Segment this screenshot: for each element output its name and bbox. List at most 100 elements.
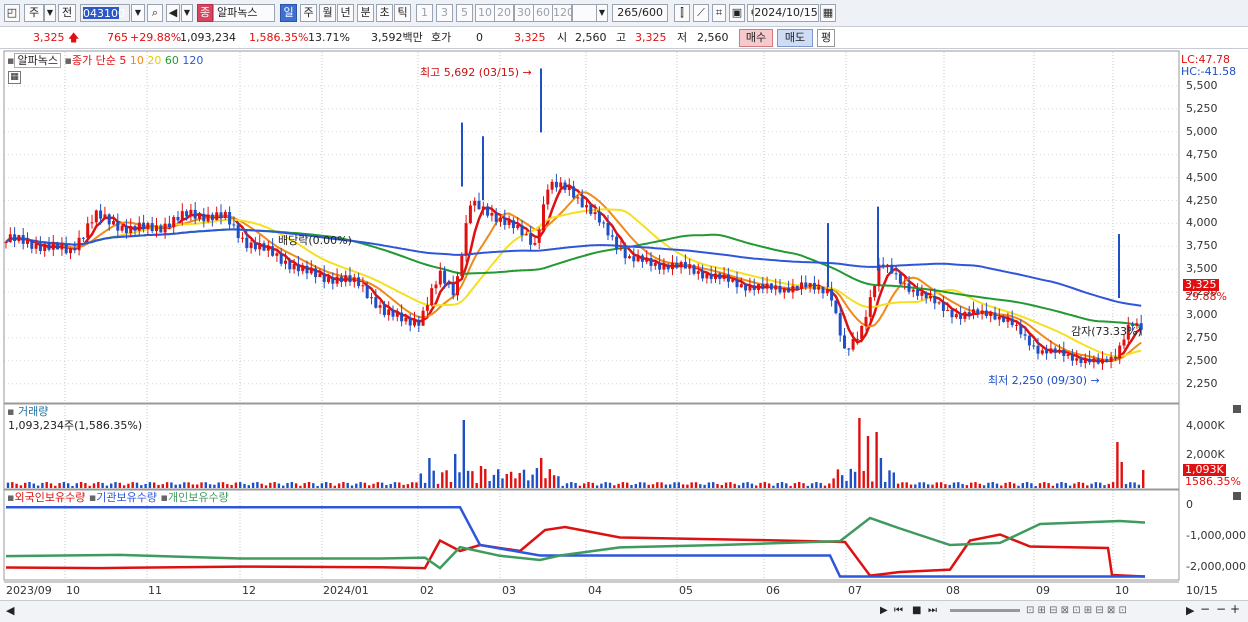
volume-bar xyxy=(591,482,594,488)
speaker-icon[interactable]: ◀ xyxy=(166,4,180,22)
avg-button[interactable]: 평 xyxy=(817,29,835,47)
volume-bar xyxy=(961,483,964,488)
close-panel-icon[interactable] xyxy=(1233,405,1241,413)
minute-option-7[interactable]: 120 xyxy=(552,4,574,22)
scroll-left-icon[interactable]: ◀ xyxy=(6,604,14,617)
volume-legend: ▪ 거래량 xyxy=(7,405,48,418)
zoom-minus-icon[interactable]: − xyxy=(1216,603,1226,616)
volume-bar xyxy=(1008,482,1012,488)
draw-tool-icon[interactable]: ⟋ xyxy=(693,4,709,22)
candle-body xyxy=(993,312,997,320)
period-tab-1[interactable]: 주 xyxy=(300,4,317,22)
chevron-down-icon[interactable]: ▼ xyxy=(44,4,56,22)
legend-ma5[interactable]: 종가 단순 5 xyxy=(72,54,126,67)
hoga-value: 0 xyxy=(476,31,483,44)
stock-code-input[interactable] xyxy=(80,4,130,22)
volume-bar xyxy=(127,483,130,488)
zoom-out-icon[interactable]: − xyxy=(1200,603,1210,616)
stock-name-field[interactable]: 알파녹스 xyxy=(213,4,275,22)
buy-button[interactable]: 매수 xyxy=(739,29,773,47)
save-icon[interactable]: ▣ xyxy=(729,4,745,22)
volume-title[interactable]: 거래량 xyxy=(18,405,48,418)
volume-bar xyxy=(729,482,732,488)
volume-bar xyxy=(720,485,723,488)
candle-body xyxy=(520,225,524,236)
scroll-right-icon[interactable]: ▶ xyxy=(880,604,888,617)
candle-body xyxy=(529,234,533,245)
volume-bar xyxy=(785,483,788,488)
candle-body xyxy=(709,273,713,280)
close-panel-icon[interactable] xyxy=(1233,492,1241,500)
toolbar-icons[interactable]: ⊡ ⊞ ⊟ ⊠ ⊡ ⊞ ⊟ ⊠ ⊡ xyxy=(1026,604,1127,617)
legend-ma20[interactable]: 20 xyxy=(147,54,161,67)
legend-foreign[interactable]: 외국인보유수량 xyxy=(14,491,85,504)
table-icon[interactable]: ▦ xyxy=(8,71,21,84)
scroll-end-icon[interactable]: ▶ xyxy=(1186,604,1194,617)
candle-body xyxy=(180,211,184,221)
period-tab-2[interactable]: 월 xyxy=(319,4,336,22)
volume-bar xyxy=(144,483,147,488)
volume-bar xyxy=(527,480,530,488)
volume-bar xyxy=(19,485,23,488)
period-tab-6[interactable]: 틱 xyxy=(394,4,411,22)
volume-bar xyxy=(58,483,61,488)
volume-panel-frame xyxy=(3,403,1180,490)
zoom-slider[interactable] xyxy=(950,609,1020,612)
minute-option-3[interactable]: 10 xyxy=(475,4,495,22)
search-icon[interactable]: ⌕ xyxy=(147,4,163,22)
legend-individual[interactable]: 개인보유수량 xyxy=(168,491,229,504)
minute-option-1[interactable]: 3 xyxy=(436,4,453,22)
candle-body xyxy=(361,285,365,287)
volume-bar xyxy=(221,482,225,488)
crop-icon[interactable]: ⌗ xyxy=(712,4,726,22)
volume-bar xyxy=(368,485,371,488)
candle-body xyxy=(314,268,318,278)
period-tab-5[interactable]: 초 xyxy=(376,4,393,22)
legend-stock-name[interactable]: 알파녹스 xyxy=(14,53,61,68)
period-mode-select[interactable]: 주 xyxy=(24,4,44,22)
period-tab-4[interactable]: 분 xyxy=(357,4,374,22)
candle-body xyxy=(774,285,778,290)
volume-bar xyxy=(501,478,504,488)
candle-body xyxy=(503,217,507,225)
zoom-in-icon[interactable]: + xyxy=(1230,603,1240,616)
minute-option-0[interactable]: 1 xyxy=(416,4,433,22)
period-tab-3[interactable]: 년 xyxy=(337,4,354,22)
period-tab-0[interactable]: 일 xyxy=(280,4,297,22)
minute-option-6[interactable]: 60 xyxy=(533,4,553,22)
legend-ma10[interactable]: 10 xyxy=(130,54,144,67)
candle-body xyxy=(352,277,356,282)
chart-type-icon[interactable]: ◰ xyxy=(4,4,20,22)
calendar-icon[interactable]: ▦ xyxy=(820,4,836,22)
stop-icon[interactable]: ■ xyxy=(912,604,921,617)
minute-option-4[interactable]: 20 xyxy=(494,4,514,22)
rewind-icon[interactable]: ⏮ xyxy=(894,604,903,617)
legend-ma60[interactable]: 60 xyxy=(165,54,179,67)
candle-body xyxy=(576,197,580,199)
legend-ma120[interactable]: 120 xyxy=(182,54,203,67)
chart-scrollbar[interactable]: ◀ ▶ ⏮ ■ ⏭ ⊡ ⊞ ⊟ ⊠ ⊡ ⊞ ⊟ ⊠ ⊡ ▶ − − + xyxy=(0,600,1248,622)
minute-option-2[interactable]: 5 xyxy=(456,4,473,22)
count-field[interactable]: 265/600 xyxy=(612,4,668,22)
price-chart-svg[interactable] xyxy=(0,50,1248,621)
code-dropdown-icon[interactable]: ▼ xyxy=(131,4,145,22)
chart-area[interactable] xyxy=(0,50,1248,621)
date-field[interactable]: 2024/10/15 xyxy=(753,4,819,22)
speaker-dropdown-icon[interactable]: ▼ xyxy=(181,4,193,22)
minute-option-5[interactable]: 30 xyxy=(514,4,534,22)
custom-period-dropdown-icon[interactable]: ▼ xyxy=(596,4,608,22)
volume-bar xyxy=(325,482,328,488)
candle-body xyxy=(1027,335,1031,346)
candle-body xyxy=(69,248,72,254)
volume-bar xyxy=(355,483,358,488)
candle-body xyxy=(567,186,571,190)
candle-body xyxy=(90,222,94,224)
forward-icon[interactable]: ⏭ xyxy=(928,604,937,617)
sell-button[interactable]: 매도 xyxy=(777,29,813,47)
legend-institution[interactable]: 기관보유수량 xyxy=(96,491,157,504)
prev-button[interactable]: 전 xyxy=(58,4,76,22)
candle-body xyxy=(309,268,313,274)
volume-bar xyxy=(1120,462,1123,488)
candle-icon[interactable]: ⫿ xyxy=(674,4,690,22)
candle-body xyxy=(800,282,803,290)
